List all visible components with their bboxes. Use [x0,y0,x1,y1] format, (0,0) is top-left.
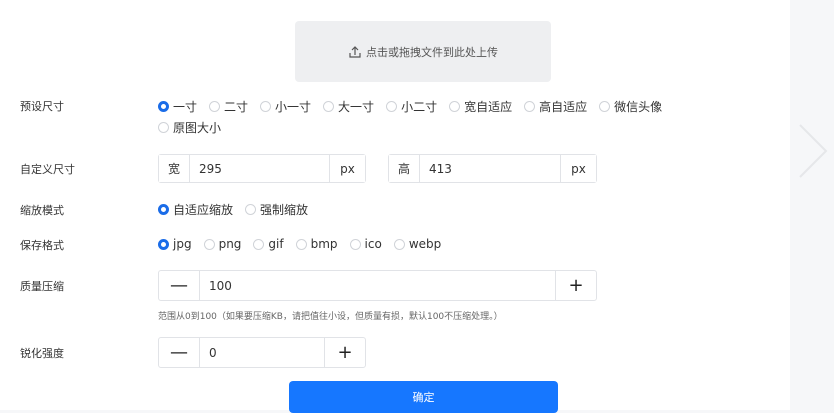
height-unit: px [560,155,596,182]
upload-label: 点击或拖拽文件到此处上传 [366,45,498,59]
sharpen-minus-button[interactable]: — [159,338,200,367]
width-unit: px [329,155,365,182]
chevron-right-icon[interactable] [795,122,831,180]
radio-dot [599,100,611,112]
preset-option-small-1cun[interactable]: 小一寸 [260,97,311,115]
radio-dot [158,100,169,112]
radio-dot [245,203,257,215]
save-format-label: 保存格式 [20,239,64,252]
quality-minus-button[interactable]: — [159,271,200,300]
radio-dot [158,203,169,215]
sharpen-stepper: — 0 + [158,337,366,368]
format-option-bmp[interactable]: bmp [295,235,338,253]
radio-dot [386,100,398,112]
quality-plus-button[interactable]: + [555,271,596,300]
radio-dot [158,121,169,133]
radio-dot [253,238,265,250]
preset-option-height-fit[interactable]: 高自适应 [524,97,587,115]
width-input[interactable]: 295 [190,155,329,182]
preset-option-1cun[interactable]: 一寸 [158,97,197,115]
height-input-group: 高 413 px [388,154,597,183]
main-panel: 点击或拖拽文件到此处上传 预设尺寸 一寸 二寸 小一寸 大一寸 小二寸 宽自适应 高自适应微… [0,0,790,413]
height-input[interactable]: 413 [420,155,560,182]
radio-dot [393,238,405,250]
radio-dot [295,238,307,250]
preset-option-width-fit[interactable]: 宽自适应 [449,97,512,115]
confirm-button[interactable]: 确定 [289,381,558,413]
preset-option-small-2cun[interactable]: 小二寸 [386,97,437,115]
sharpen-input[interactable]: 0 [200,338,324,367]
preset-size-label: 预设尺寸 [20,100,64,113]
sharpen-label: 锐化强度 [20,347,64,360]
height-prefix: 高 [389,155,420,182]
radio-dot [449,100,461,112]
scale-mode-label: 缩放模式 [20,204,64,217]
quality-hint: 范围从0到100（如果要压缩KB，请把值往小设，但质量有损，默认100不压缩处理… [158,312,503,322]
format-option-ico[interactable]: ico [349,235,382,253]
save-format-group: jpg png gif bmp ico webp [158,235,758,253]
scale-option-adaptive[interactable]: 自适应缩放 [158,200,233,218]
quality-stepper: — 100 + [158,270,597,301]
width-input-group: 宽 295 px [158,154,366,183]
width-prefix: 宽 [159,155,190,182]
upload-icon [349,45,361,58]
custom-size-label: 自定义尺寸 [20,163,75,176]
format-option-jpg[interactable]: jpg [158,235,192,253]
radio-dot [260,100,272,112]
radio-dot [524,100,536,112]
radio-dot [349,238,361,250]
radio-dot [323,100,335,112]
upload-dropzone[interactable]: 点击或拖拽文件到此处上传 [295,21,551,82]
scale-option-force[interactable]: 强制缩放 [245,200,308,218]
radio-dot [203,238,215,250]
quality-input[interactable]: 100 [200,271,555,300]
preset-size-group: 一寸 二寸 小一寸 大一寸 小二寸 宽自适应 高自适应 微信头像原图大小 [158,97,758,136]
preset-option-wechat-avatar[interactable]: 微信头像 [599,97,662,115]
scale-mode-group: 自适应缩放 强制缩放 [158,200,758,218]
preset-option-large-1cun[interactable]: 大一寸 [323,97,374,115]
preset-option-2cun[interactable]: 二寸 [209,97,248,115]
radio-dot [158,238,169,250]
format-option-gif[interactable]: gif [253,235,284,253]
sharpen-plus-button[interactable]: + [324,338,365,367]
quality-label: 质量压缩 [20,280,64,293]
format-option-png[interactable]: png [203,235,241,253]
radio-dot [209,100,221,112]
format-option-webp[interactable]: webp [393,235,441,253]
preset-option-original[interactable]: 原图大小 [158,118,221,136]
